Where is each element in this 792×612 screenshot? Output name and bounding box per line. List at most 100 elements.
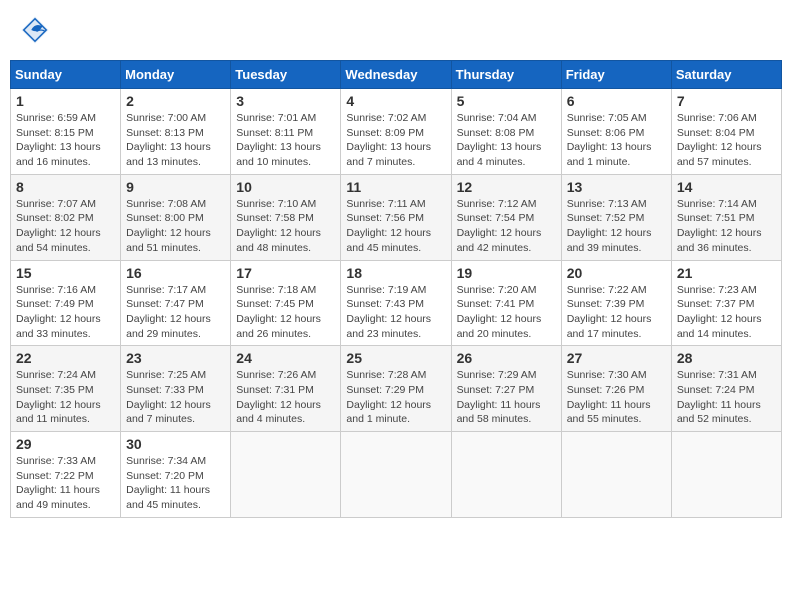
day-cell-8: 8 Sunrise: 7:07 AM Sunset: 8:02 PM Daylig…: [11, 174, 121, 260]
day-detail: Sunrise: 7:17 AM Sunset: 7:47 PM Dayligh…: [126, 283, 225, 342]
day-number: 23: [126, 350, 225, 366]
day-number: 7: [677, 93, 776, 109]
day-number: 27: [567, 350, 666, 366]
day-cell-18: 18 Sunrise: 7:19 AM Sunset: 7:43 PM Dayli…: [341, 260, 451, 346]
weekday-header-monday: Monday: [121, 61, 231, 89]
calendar-week-5: 29 Sunrise: 7:33 AM Sunset: 7:22 PM Dayli…: [11, 432, 782, 518]
day-number: 26: [457, 350, 556, 366]
calendar-week-1: 1 Sunrise: 6:59 AM Sunset: 8:15 PM Daylig…: [11, 89, 782, 175]
day-cell-25: 25 Sunrise: 7:28 AM Sunset: 7:29 PM Dayli…: [341, 346, 451, 432]
day-number: 3: [236, 93, 335, 109]
day-detail: Sunrise: 7:13 AM Sunset: 7:52 PM Dayligh…: [567, 197, 666, 256]
weekday-header-sunday: Sunday: [11, 61, 121, 89]
day-number: 18: [346, 265, 445, 281]
day-detail: Sunrise: 6:59 AM Sunset: 8:15 PM Dayligh…: [16, 111, 115, 170]
day-cell-12: 12 Sunrise: 7:12 AM Sunset: 7:54 PM Dayli…: [451, 174, 561, 260]
day-number: 11: [346, 179, 445, 195]
day-cell-7: 7 Sunrise: 7:06 AM Sunset: 8:04 PM Daylig…: [671, 89, 781, 175]
day-detail: Sunrise: 7:29 AM Sunset: 7:27 PM Dayligh…: [457, 368, 556, 427]
day-detail: Sunrise: 7:31 AM Sunset: 7:24 PM Dayligh…: [677, 368, 776, 427]
day-cell-13: 13Sunrise: 7:13 AM Sunset: 7:52 PM Dayli…: [561, 174, 671, 260]
day-cell-26: 26 Sunrise: 7:29 AM Sunset: 7:27 PM Dayli…: [451, 346, 561, 432]
day-detail: Sunrise: 7:05 AM Sunset: 8:06 PM Dayligh…: [567, 111, 666, 170]
day-number: 28: [677, 350, 776, 366]
day-detail: Sunrise: 7:20 AM Sunset: 7:41 PM Dayligh…: [457, 283, 556, 342]
day-cell-21: 21 Sunrise: 7:23 AM Sunset: 7:37 PM Dayli…: [671, 260, 781, 346]
day-detail: Sunrise: 7:08 AM Sunset: 8:00 PM Dayligh…: [126, 197, 225, 256]
day-detail: Sunrise: 7:12 AM Sunset: 7:54 PM Dayligh…: [457, 197, 556, 256]
day-cell-24: 24 Sunrise: 7:26 AM Sunset: 7:31 PM Dayli…: [231, 346, 341, 432]
day-number: 25: [346, 350, 445, 366]
day-number: 16: [126, 265, 225, 281]
day-cell-4: 4 Sunrise: 7:02 AM Sunset: 8:09 PM Daylig…: [341, 89, 451, 175]
day-cell-15: 15 Sunrise: 7:16 AM Sunset: 7:49 PM Dayli…: [11, 260, 121, 346]
day-cell-16: 16 Sunrise: 7:17 AM Sunset: 7:47 PM Dayli…: [121, 260, 231, 346]
day-number: 2: [126, 93, 225, 109]
day-detail: Sunrise: 7:26 AM Sunset: 7:31 PM Dayligh…: [236, 368, 335, 427]
day-detail: Sunrise: 7:10 AM Sunset: 7:58 PM Dayligh…: [236, 197, 335, 256]
day-detail: Sunrise: 7:02 AM Sunset: 8:09 PM Dayligh…: [346, 111, 445, 170]
empty-cell: [451, 432, 561, 518]
day-number: 9: [126, 179, 225, 195]
calendar-table: SundayMondayTuesdayWednesdayThursdayFrid…: [10, 60, 782, 518]
day-cell-22: 22 Sunrise: 7:24 AM Sunset: 7:35 PM Dayli…: [11, 346, 121, 432]
calendar-week-4: 22 Sunrise: 7:24 AM Sunset: 7:35 PM Dayli…: [11, 346, 782, 432]
day-cell-14: 14 Sunrise: 7:14 AM Sunset: 7:51 PM Dayli…: [671, 174, 781, 260]
day-cell-20: 20Sunrise: 7:22 AM Sunset: 7:39 PM Dayli…: [561, 260, 671, 346]
day-cell-5: 5 Sunrise: 7:04 AM Sunset: 8:08 PM Daylig…: [451, 89, 561, 175]
empty-cell: [231, 432, 341, 518]
day-number: 10: [236, 179, 335, 195]
day-cell-29: 29 Sunrise: 7:33 AM Sunset: 7:22 PM Dayli…: [11, 432, 121, 518]
empty-cell: [561, 432, 671, 518]
day-number: 24: [236, 350, 335, 366]
day-number: 5: [457, 93, 556, 109]
day-detail: Sunrise: 7:34 AM Sunset: 7:20 PM Dayligh…: [126, 454, 225, 513]
day-cell-19: 19 Sunrise: 7:20 AM Sunset: 7:41 PM Dayli…: [451, 260, 561, 346]
day-detail: Sunrise: 7:30 AM Sunset: 7:26 PM Dayligh…: [567, 368, 666, 427]
empty-cell: [671, 432, 781, 518]
weekday-header-friday: Friday: [561, 61, 671, 89]
day-detail: Sunrise: 7:28 AM Sunset: 7:29 PM Dayligh…: [346, 368, 445, 427]
empty-cell: [341, 432, 451, 518]
day-number: 30: [126, 436, 225, 452]
logo-icon: [20, 15, 50, 45]
day-cell-2: 2 Sunrise: 7:00 AM Sunset: 8:13 PM Daylig…: [121, 89, 231, 175]
day-number: 8: [16, 179, 115, 195]
weekday-header-thursday: Thursday: [451, 61, 561, 89]
day-number: 22: [16, 350, 115, 366]
weekday-header-tuesday: Tuesday: [231, 61, 341, 89]
day-detail: Sunrise: 7:00 AM Sunset: 8:13 PM Dayligh…: [126, 111, 225, 170]
day-number: 20: [567, 265, 666, 281]
day-cell-17: 17 Sunrise: 7:18 AM Sunset: 7:45 PM Dayli…: [231, 260, 341, 346]
day-cell-1: 1 Sunrise: 6:59 AM Sunset: 8:15 PM Daylig…: [11, 89, 121, 175]
weekday-header-wednesday: Wednesday: [341, 61, 451, 89]
day-cell-11: 11Sunrise: 7:11 AM Sunset: 7:56 PM Dayli…: [341, 174, 451, 260]
day-number: 17: [236, 265, 335, 281]
day-cell-9: 9 Sunrise: 7:08 AM Sunset: 8:00 PM Daylig…: [121, 174, 231, 260]
day-cell-6: 6Sunrise: 7:05 AM Sunset: 8:06 PM Daylig…: [561, 89, 671, 175]
day-number: 12: [457, 179, 556, 195]
day-number: 15: [16, 265, 115, 281]
day-number: 14: [677, 179, 776, 195]
day-number: 1: [16, 93, 115, 109]
day-number: 4: [346, 93, 445, 109]
day-detail: Sunrise: 7:16 AM Sunset: 7:49 PM Dayligh…: [16, 283, 115, 342]
day-detail: Sunrise: 7:19 AM Sunset: 7:43 PM Dayligh…: [346, 283, 445, 342]
day-detail: Sunrise: 7:14 AM Sunset: 7:51 PM Dayligh…: [677, 197, 776, 256]
day-detail: Sunrise: 7:23 AM Sunset: 7:37 PM Dayligh…: [677, 283, 776, 342]
day-detail: Sunrise: 7:24 AM Sunset: 7:35 PM Dayligh…: [16, 368, 115, 427]
day-cell-3: 3Sunrise: 7:01 AM Sunset: 8:11 PM Daylig…: [231, 89, 341, 175]
day-detail: Sunrise: 7:07 AM Sunset: 8:02 PM Dayligh…: [16, 197, 115, 256]
day-number: 29: [16, 436, 115, 452]
logo: [20, 15, 54, 45]
day-detail: Sunrise: 7:18 AM Sunset: 7:45 PM Dayligh…: [236, 283, 335, 342]
day-detail: Sunrise: 7:06 AM Sunset: 8:04 PM Dayligh…: [677, 111, 776, 170]
day-detail: Sunrise: 7:04 AM Sunset: 8:08 PM Dayligh…: [457, 111, 556, 170]
day-number: 19: [457, 265, 556, 281]
day-number: 21: [677, 265, 776, 281]
day-cell-28: 28 Sunrise: 7:31 AM Sunset: 7:24 PM Dayli…: [671, 346, 781, 432]
calendar-week-2: 8 Sunrise: 7:07 AM Sunset: 8:02 PM Daylig…: [11, 174, 782, 260]
day-detail: Sunrise: 7:33 AM Sunset: 7:22 PM Dayligh…: [16, 454, 115, 513]
day-cell-23: 23Sunrise: 7:25 AM Sunset: 7:33 PM Dayli…: [121, 346, 231, 432]
day-cell-10: 10 Sunrise: 7:10 AM Sunset: 7:58 PM Dayli…: [231, 174, 341, 260]
